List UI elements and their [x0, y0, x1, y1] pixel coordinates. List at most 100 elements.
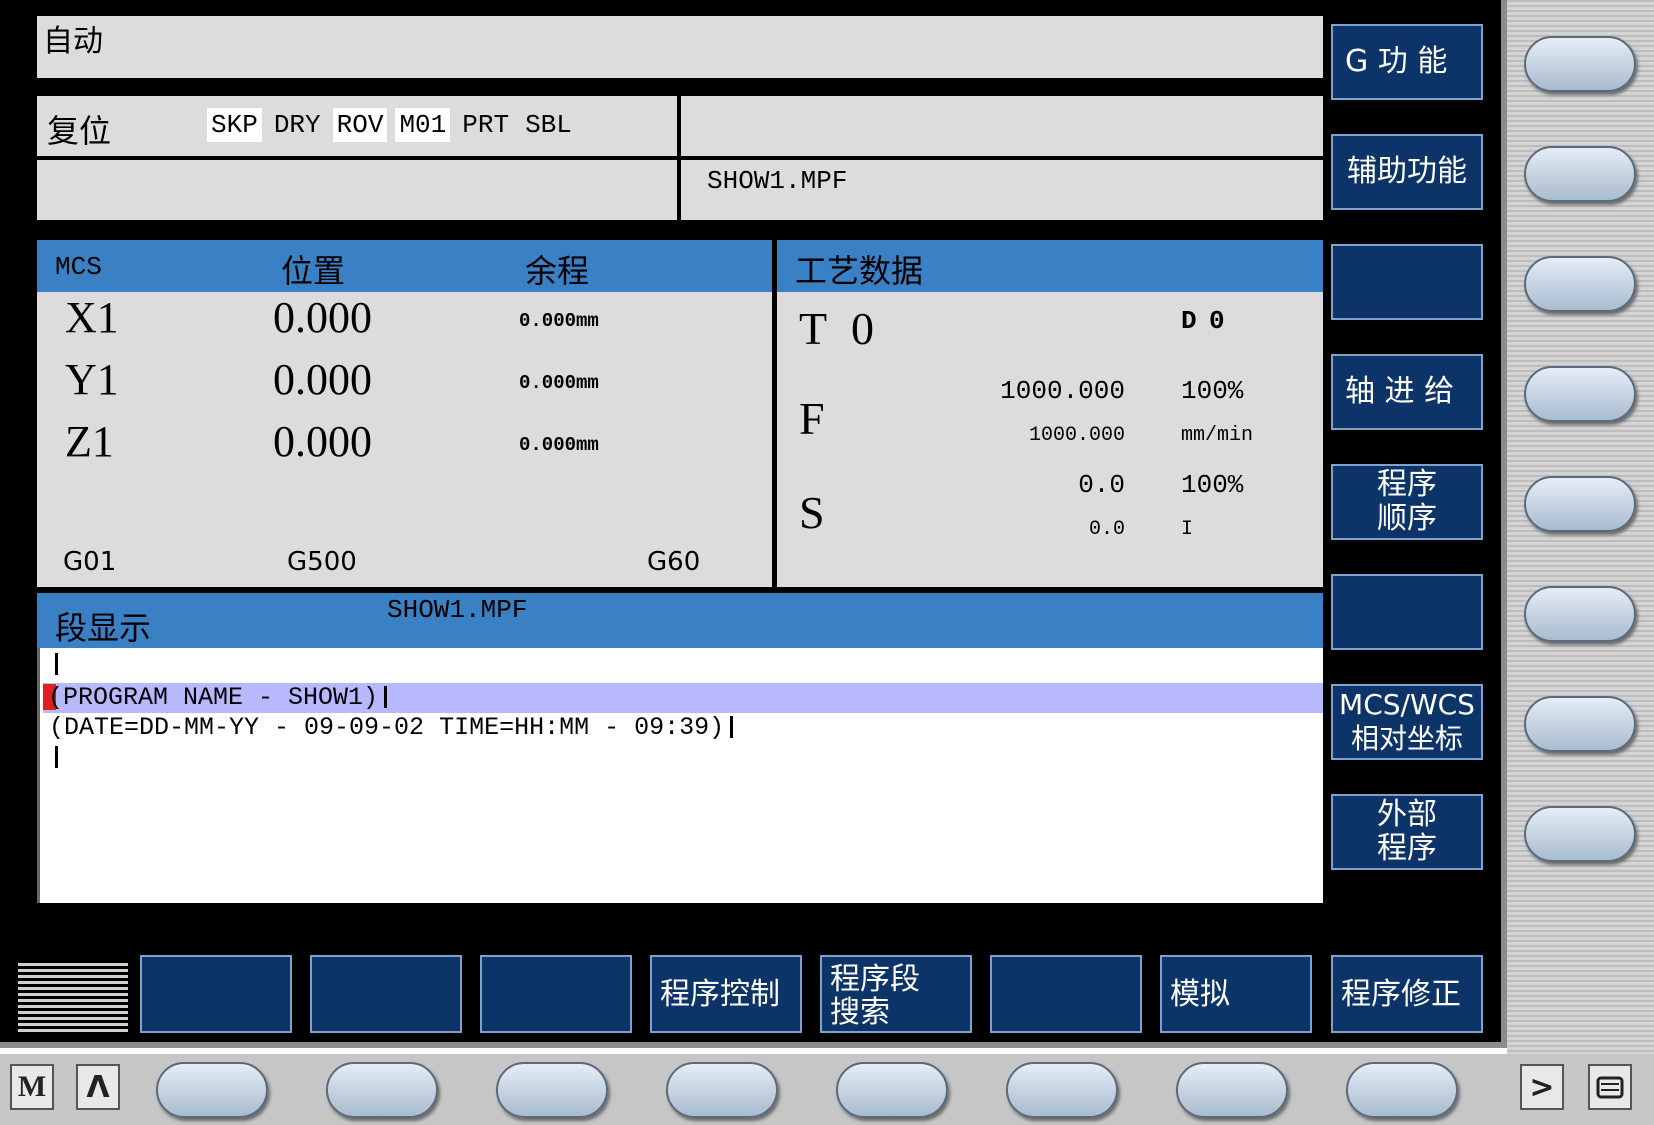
- axis-position: 0.000: [273, 293, 372, 342]
- block-line: [49, 743, 58, 773]
- block-text: (DATE=DD-MM-YY - 09-09-02 TIME=HH:MM - 0…: [49, 713, 725, 742]
- feed-override: 100%: [1181, 376, 1244, 406]
- current-block-line: (PROGRAM NAME - SHOW1): [43, 683, 1323, 713]
- hmi-frame: 自动 复位 SKP DRY ROV M01 PRT SBL SHOW1.MPF MCS 位…: [0, 0, 1654, 1125]
- bottom-hardkey-4[interactable]: [666, 1062, 778, 1118]
- vertical-softkey-2[interactable]: 辅助功能: [1331, 134, 1483, 210]
- status-flags: SKP DRY ROV M01 PRT SBL: [207, 108, 576, 142]
- spindle-override: 100%: [1181, 470, 1244, 500]
- menu-icon: [1596, 1076, 1624, 1099]
- block-display[interactable]: (PROGRAM NAME - SHOW1) (DATE=DD-MM-YY - 0…: [37, 648, 1323, 903]
- block-line: [49, 650, 58, 680]
- status-flag-skp: SKP: [207, 108, 262, 142]
- right-hardkey-6[interactable]: [1524, 586, 1636, 642]
- feed-set: 1000.000: [1000, 376, 1125, 406]
- position-panel: X1 0.000 0.000mm Y1 0.000 0.000mm Z1 0.000 0.000…: [37, 292, 772, 587]
- vertical-softkey-8[interactable]: 外部 程序: [1331, 794, 1483, 870]
- softkey-label: 模拟: [1170, 976, 1230, 1012]
- tech-title: 工艺数据: [795, 252, 924, 290]
- program-name: SHOW1.MPF: [707, 166, 848, 196]
- horizontal-softkey-4[interactable]: 程序控制: [650, 955, 802, 1033]
- bottom-hardkey-6[interactable]: [1006, 1062, 1118, 1118]
- block-header: 段显示 SHOW1.MPF: [37, 593, 1323, 648]
- block-title: 段显示: [55, 609, 152, 647]
- right-hardkey-4[interactable]: [1524, 366, 1636, 422]
- vertical-softkey-1[interactable]: G 功 能: [1331, 24, 1483, 100]
- right-hardkey-8[interactable]: [1524, 806, 1636, 862]
- vertical-softkey-5[interactable]: 程序 顺序: [1331, 464, 1483, 540]
- softkey-label: 轴 进 给: [1345, 374, 1455, 409]
- axis-position: 0.000: [273, 417, 372, 466]
- softkey-label: 外部 程序: [1377, 797, 1437, 866]
- tech-panel: T 0 D 0 F 1000.000 100% 1000.000 mm/min …: [777, 292, 1323, 587]
- right-hardkey-5[interactable]: [1524, 476, 1636, 532]
- status-flag-dry: DRY: [273, 110, 321, 140]
- vertical-softkey-6[interactable]: [1331, 574, 1483, 650]
- bottom-hardkey-1[interactable]: [156, 1062, 268, 1118]
- position-label: 位置: [281, 252, 346, 290]
- feed-actual: 1000.000: [1028, 424, 1125, 447]
- softkey-label: 程序控制: [660, 976, 780, 1012]
- alarm-line: [37, 160, 677, 220]
- bottom-hardkey-7[interactable]: [1176, 1062, 1288, 1118]
- gcode-group-3: G60: [647, 547, 701, 577]
- bottom-hardkey-2[interactable]: [326, 1062, 438, 1118]
- bottom-hardkey-5[interactable]: [836, 1062, 948, 1118]
- status-right-top: [681, 96, 1323, 156]
- feed-label: F: [799, 393, 825, 444]
- softkey-label: 程序 顺序: [1377, 467, 1437, 536]
- spindle-actual: 0.0: [1088, 518, 1125, 541]
- channel-state: 复位: [47, 112, 112, 150]
- cnc-screen: 自动 复位 SKP DRY ROV M01 PRT SBL SHOW1.MPF MCS 位…: [0, 0, 1507, 1048]
- vertical-softkey-7[interactable]: MCS/WCS 相对坐标: [1331, 684, 1483, 760]
- mode-bar: 自动: [37, 16, 1323, 78]
- horizontal-softkey-1[interactable]: [140, 955, 292, 1033]
- d-label: D: [1181, 306, 1197, 336]
- status-flag-rov: ROV: [332, 108, 388, 142]
- end-of-line-marker: [55, 653, 58, 676]
- next-button[interactable]: >: [1520, 1064, 1564, 1110]
- right-hardkey-2[interactable]: [1524, 146, 1636, 202]
- horizontal-softkey-7[interactable]: 模拟: [1160, 955, 1312, 1033]
- softkey-label: G 功 能: [1345, 44, 1448, 79]
- softkey-label: MCS/WCS 相对坐标: [1339, 688, 1475, 755]
- horizontal-softkey-8[interactable]: 程序修正: [1331, 955, 1483, 1033]
- machine-button[interactable]: M: [10, 1064, 54, 1110]
- axis-distance-to-go: 0.000mm: [519, 310, 599, 332]
- mode-label: 自动: [43, 24, 103, 59]
- code-lines: (PROGRAM NAME - SHOW1) (DATE=DD-MM-YY - 0…: [40, 648, 1323, 903]
- softkey-label: 辅助功能: [1347, 154, 1467, 189]
- bottom-hardkey-8[interactable]: [1346, 1062, 1458, 1118]
- etc-key-pattern: [18, 960, 128, 1032]
- spindle-unit: I: [1181, 518, 1194, 541]
- right-hardkey-3[interactable]: [1524, 256, 1636, 312]
- vertical-softkey-3[interactable]: [1331, 244, 1483, 320]
- horizontal-softkey-6[interactable]: [990, 955, 1142, 1033]
- status-bar: 复位 SKP DRY ROV M01 PRT SBL: [37, 96, 677, 156]
- feed-unit: mm/min: [1181, 424, 1254, 447]
- block-program: SHOW1.MPF: [387, 595, 528, 625]
- tech-header: 工艺数据: [777, 240, 1323, 292]
- axis-name: Y1: [65, 355, 119, 404]
- right-hardkey-7[interactable]: [1524, 696, 1636, 752]
- menu-button[interactable]: [1588, 1064, 1632, 1110]
- softkey-label: 程序段 搜索: [830, 962, 920, 1030]
- end-of-line-marker: [730, 716, 734, 739]
- axis-distance-to-go: 0.000mm: [519, 434, 599, 456]
- end-of-line-marker: [55, 746, 58, 769]
- horizontal-softkey-2[interactable]: [310, 955, 462, 1033]
- block-line: (DATE=DD-MM-YY - 09-09-02 TIME=HH:MM - 0…: [49, 713, 734, 743]
- program-name-box: SHOW1.MPF: [681, 160, 1323, 220]
- vertical-softkey-4[interactable]: 轴 进 给: [1331, 354, 1483, 430]
- block-text: (PROGRAM NAME - SHOW1): [48, 683, 379, 712]
- spindle-label: S: [799, 487, 825, 538]
- right-hardkey-1[interactable]: [1524, 36, 1636, 92]
- horizontal-softkey-3[interactable]: [480, 955, 632, 1033]
- d-value: 0: [1209, 306, 1225, 336]
- horizontal-softkey-5[interactable]: 程序段 搜索: [820, 955, 972, 1033]
- status-flag-m01: M01: [395, 108, 451, 142]
- axis-position: 0.000: [273, 355, 372, 404]
- recall-button[interactable]: Λ: [76, 1064, 120, 1110]
- bottom-hardkey-3[interactable]: [496, 1062, 608, 1118]
- status-flag-prt: PRT: [462, 110, 510, 140]
